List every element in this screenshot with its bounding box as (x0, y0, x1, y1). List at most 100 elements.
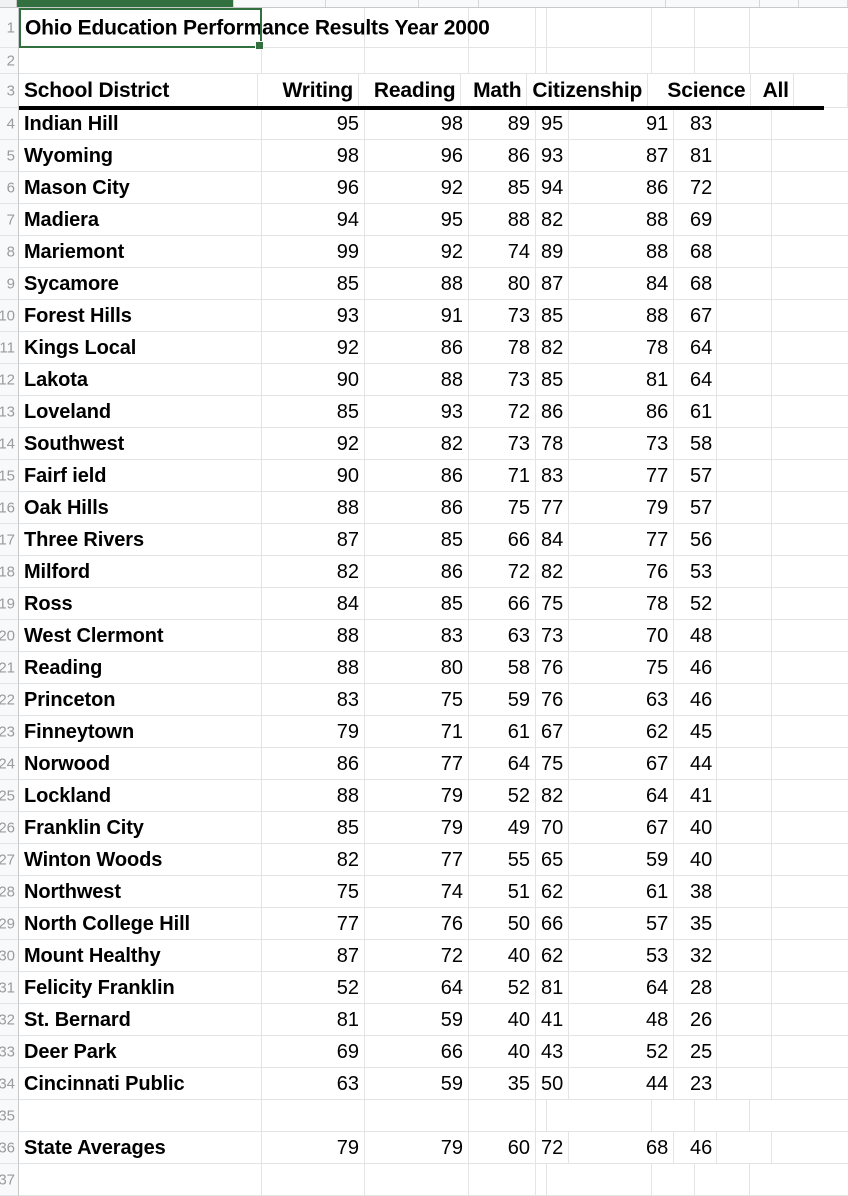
cell-science-30[interactable]: 44 (569, 1068, 675, 1099)
cell-extra-20[interactable] (717, 748, 773, 779)
cell-all-0[interactable]: 83 (674, 108, 718, 139)
cell-all-27[interactable]: 28 (674, 972, 718, 1003)
cell-math-18[interactable]: 59 (469, 684, 536, 715)
cell-all-6[interactable]: 67 (674, 300, 718, 331)
cell-district-24[interactable]: Northwest (19, 876, 262, 907)
fill-handle[interactable] (255, 41, 264, 50)
cell-reading-19[interactable]: 71 (365, 716, 469, 747)
spacer-cell-citizenship[interactable] (536, 48, 547, 73)
cell-math-15[interactable]: 66 (469, 588, 536, 619)
cell-reading-18[interactable]: 75 (365, 684, 469, 715)
row-header-14[interactable]: 14 (0, 428, 18, 460)
row-header-35[interactable]: 35 (0, 1100, 18, 1132)
row-header-28[interactable]: 28 (0, 876, 18, 908)
cell-citizenship-5[interactable]: 87 (536, 268, 570, 299)
cell-science-18[interactable]: 63 (569, 684, 675, 715)
title-row-cell-citizenship[interactable] (536, 8, 547, 47)
column-label-reading[interactable]: Reading (359, 74, 462, 107)
cell-math-23[interactable]: 55 (469, 844, 536, 875)
cell-reading-5[interactable]: 88 (365, 268, 469, 299)
cell-science-31[interactable] (547, 1100, 652, 1131)
cell-science-33[interactable] (547, 1164, 652, 1195)
cell-all-24[interactable]: 38 (674, 876, 718, 907)
cell-citizenship-25[interactable]: 66 (536, 908, 570, 939)
cell-writing-31[interactable] (262, 1100, 365, 1131)
spacer-cell-writing[interactable] (262, 48, 365, 73)
cell-reading-15[interactable]: 85 (365, 588, 469, 619)
cell-reading-30[interactable]: 59 (365, 1068, 469, 1099)
cell-reading-8[interactable]: 88 (365, 364, 469, 395)
cell-all-3[interactable]: 69 (674, 204, 718, 235)
row-header-13[interactable]: 13 (0, 396, 18, 428)
cell-district-3[interactable]: Madiera (19, 204, 262, 235)
cell-citizenship-18[interactable]: 76 (536, 684, 570, 715)
cell-district-30[interactable]: Cincinnati Public (19, 1068, 262, 1099)
cell-district-22[interactable]: Franklin City (19, 812, 262, 843)
cell-citizenship-19[interactable]: 67 (536, 716, 570, 747)
cell-writing-3[interactable]: 94 (262, 204, 365, 235)
cell-all-22[interactable]: 40 (674, 812, 718, 843)
cell-citizenship-7[interactable]: 82 (536, 332, 570, 363)
cell-writing-7[interactable]: 92 (262, 332, 365, 363)
row-header-4[interactable]: 4 (0, 108, 18, 140)
cell-reading-12[interactable]: 86 (365, 492, 469, 523)
cell-reading-31[interactable] (365, 1100, 469, 1131)
cell-district-1[interactable]: Wyoming (19, 140, 262, 171)
cell-extra-12[interactable] (717, 492, 773, 523)
row-header-29[interactable]: 29 (0, 908, 18, 940)
cell-math-4[interactable]: 74 (469, 236, 536, 267)
cell-extra-23[interactable] (717, 844, 773, 875)
cell-math-17[interactable]: 58 (469, 652, 536, 683)
cell-science-10[interactable]: 73 (569, 428, 675, 459)
column-label-writing[interactable]: Writing (258, 74, 360, 107)
row-header-11[interactable]: 11 (0, 332, 18, 364)
cell-science-17[interactable]: 75 (569, 652, 675, 683)
cell-reading-7[interactable]: 86 (365, 332, 469, 363)
spacer-cell-math[interactable] (469, 48, 536, 73)
cell-reading-9[interactable]: 93 (365, 396, 469, 427)
cell-science-32[interactable]: 68 (569, 1132, 675, 1163)
row-header-3[interactable]: 3 (0, 74, 18, 108)
title-cell[interactable]: Ohio Education Performance Results Year … (19, 8, 490, 47)
cell-math-1[interactable]: 86 (469, 140, 536, 171)
cell-reading-2[interactable]: 92 (365, 172, 469, 203)
column-label-math[interactable]: Math (461, 74, 528, 107)
cell-district-4[interactable]: Mariemont (19, 236, 262, 267)
cell-district-0[interactable]: Indian Hill (19, 108, 262, 139)
cell-writing-9[interactable]: 85 (262, 396, 365, 427)
column-label-science[interactable]: Science (648, 74, 752, 107)
cell-citizenship-22[interactable]: 70 (536, 812, 570, 843)
cell-math-32[interactable]: 60 (469, 1132, 536, 1163)
cell-writing-25[interactable]: 77 (262, 908, 365, 939)
cell-district-20[interactable]: Norwood (19, 748, 262, 779)
column-label-district[interactable]: School District (19, 74, 258, 107)
cell-district-5[interactable]: Sycamore (19, 268, 262, 299)
cell-math-21[interactable]: 52 (469, 780, 536, 811)
cell-extra-26[interactable] (717, 940, 773, 971)
cell-citizenship-33[interactable] (536, 1164, 547, 1195)
row-header-12[interactable]: 12 (0, 364, 18, 396)
row-header-37[interactable]: 37 (0, 1164, 18, 1196)
cell-extra-2[interactable] (717, 172, 773, 203)
cell-science-19[interactable]: 62 (569, 716, 675, 747)
cell-district-11[interactable]: Fairf ield (19, 460, 262, 491)
cell-all-18[interactable]: 46 (674, 684, 718, 715)
cell-district-13[interactable]: Three Rivers (19, 524, 262, 555)
cell-citizenship-8[interactable]: 85 (536, 364, 570, 395)
cell-district-17[interactable]: Reading (19, 652, 262, 683)
cell-reading-27[interactable]: 64 (365, 972, 469, 1003)
cell-writing-4[interactable]: 99 (262, 236, 365, 267)
cell-math-25[interactable]: 50 (469, 908, 536, 939)
cell-writing-8[interactable]: 90 (262, 364, 365, 395)
cell-district-26[interactable]: Mount Healthy (19, 940, 262, 971)
cell-all-10[interactable]: 58 (674, 428, 718, 459)
cell-reading-6[interactable]: 91 (365, 300, 469, 331)
cell-district-28[interactable]: St. Bernard (19, 1004, 262, 1035)
cell-extra-30[interactable] (717, 1068, 773, 1099)
cell-science-8[interactable]: 81 (569, 364, 675, 395)
spacer-cell-all[interactable] (652, 48, 695, 73)
cell-math-27[interactable]: 52 (469, 972, 536, 1003)
row-header-10[interactable]: 10 (0, 300, 18, 332)
cell-reading-16[interactable]: 83 (365, 620, 469, 651)
cell-math-26[interactable]: 40 (469, 940, 536, 971)
